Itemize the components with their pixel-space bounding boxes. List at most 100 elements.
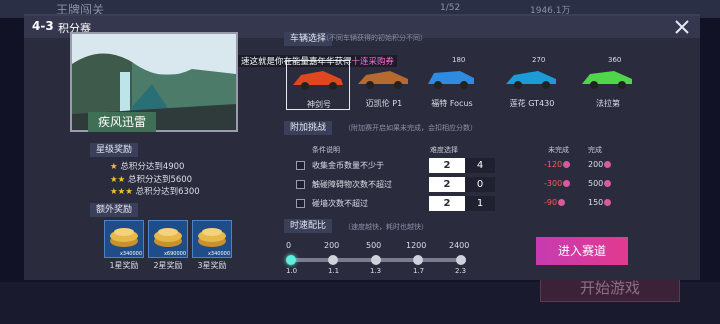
header-condition: 条件说明 <box>312 146 340 154</box>
car-price: 270 <box>532 56 546 64</box>
challenge-row-3: 碰墙次数不超过 2 1 -90 150 <box>286 196 626 212</box>
reward-label: 2星奖励 <box>153 261 183 270</box>
star-reward-text: 总积分达到5600 <box>127 175 193 185</box>
coin-icon <box>558 199 566 206</box>
coin-stack-icon <box>198 228 226 247</box>
difficulty-level: 2 <box>443 160 451 171</box>
car-option-5[interactable]: 360 法拉第 <box>576 56 640 110</box>
speed-slider-knob-1[interactable] <box>286 255 296 265</box>
speed-note: （速度越快，耗时也越快） <box>344 223 428 231</box>
fail-value: -90 <box>544 198 558 207</box>
car-icon <box>428 71 474 89</box>
challenge-checkbox[interactable] <box>296 180 305 189</box>
challenge-condition: 收集金币数量不少于 <box>312 161 384 170</box>
difficulty-value: 0 <box>465 177 495 192</box>
speed-slider-knob-3[interactable] <box>371 255 381 265</box>
star-reward-text: 总积分达到4900 <box>120 162 185 172</box>
reward-amount: x340000 <box>119 251 142 257</box>
star-icon: ★★ <box>110 175 126 185</box>
challenge-checkbox[interactable] <box>296 199 305 208</box>
track-name-label: 疾风迅雷 <box>88 112 156 132</box>
close-icon[interactable] <box>672 17 692 37</box>
car-option-4[interactable]: 270 莲花 GT430 <box>500 56 564 110</box>
car-name: 神剑号 <box>307 100 331 109</box>
car-icon <box>358 71 408 89</box>
star-icon: ★★★ <box>110 187 133 197</box>
header-fail: 未完成 <box>548 146 569 154</box>
difficulty-level: 2 <box>443 198 451 209</box>
background-counter: 1/52 <box>440 3 461 13</box>
car-select-note: （不同车辆获得的初始积分不同） <box>322 34 427 42</box>
difficulty-level: 2 <box>443 179 451 190</box>
reward-item-3[interactable]: x340000 <box>192 220 232 258</box>
done-value: 500 <box>588 179 604 188</box>
coin-stack-icon <box>154 228 182 247</box>
done-points: 150 <box>588 198 612 207</box>
fail-points: -120 <box>544 160 571 169</box>
car-icon <box>506 71 556 89</box>
difficulty-value: 4 <box>465 158 495 173</box>
difficulty-selector[interactable]: 2 0 <box>429 177 495 192</box>
speed-cost-label: 0 <box>286 241 292 250</box>
speed-cost-label: 500 <box>366 241 382 250</box>
speed-slider-knob-2[interactable] <box>328 255 338 265</box>
car-option-1[interactable]: 神剑号 <box>286 60 350 110</box>
speed-cost-label: 2400 <box>449 241 470 250</box>
speed-multiplier-label: 1.3 <box>370 267 382 275</box>
speed-multiplier-label: 1.0 <box>286 267 298 275</box>
header-done: 完成 <box>588 146 602 154</box>
done-points: 500 <box>588 179 612 188</box>
star-reward-row-3: ★★★ 总积分达到6300 <box>110 185 200 197</box>
challenge-title: 附加挑战 <box>284 121 333 135</box>
challenge-condition: 碰墙次数不超过 <box>312 199 368 208</box>
coin-icon <box>563 180 571 187</box>
enter-track-button[interactable]: 进入赛道 <box>536 237 628 265</box>
reward-item-2[interactable]: x690000 <box>148 220 188 258</box>
fail-points: -300 <box>544 179 571 188</box>
fail-value: -120 <box>544 160 563 169</box>
coin-icon <box>604 180 612 187</box>
car-name: 法拉第 <box>596 99 620 108</box>
fail-points: -90 <box>544 198 566 207</box>
speed-multiplier-label: 1.1 <box>328 267 340 275</box>
reward-amount: x340000 <box>207 251 230 257</box>
speed-multiplier-label: 1.7 <box>413 267 425 275</box>
car-icon <box>582 71 632 89</box>
speed-cost-label: 1200 <box>406 241 427 250</box>
speed-multiplier-label: 2.3 <box>455 267 467 275</box>
car-price: 180 <box>452 56 466 64</box>
challenge-condition: 触碰障碍物次数不超过 <box>312 180 392 189</box>
done-value: 200 <box>588 160 604 169</box>
challenge-row-2: 触碰障碍物次数不超过 2 0 -300 500 <box>286 177 626 193</box>
coin-icon <box>563 161 571 168</box>
car-name: 迈凯伦 P1 <box>365 99 403 108</box>
fail-value: -300 <box>544 179 563 188</box>
done-value: 150 <box>588 198 604 207</box>
star-rewards-title: 星级奖励 <box>90 143 139 157</box>
car-name: 莲花 GT430 <box>509 99 555 108</box>
difficulty-selector[interactable]: 2 1 <box>429 196 495 211</box>
car-price: 360 <box>608 56 622 64</box>
car-option-2[interactable]: 迈凯伦 P1 <box>352 60 416 110</box>
difficulty-selector[interactable]: 2 4 <box>429 158 495 173</box>
star-reward-row-1: ★ 总积分达到4900 <box>110 160 184 172</box>
challenge-checkbox[interactable] <box>296 161 305 170</box>
star-icon: ★ <box>110 162 118 172</box>
coin-icon <box>604 161 612 168</box>
star-reward-text: 总积分达到6300 <box>135 187 200 197</box>
reward-item-1[interactable]: x340000 <box>104 220 144 258</box>
car-name: 福特 Focus <box>431 99 473 108</box>
stage-number: 4-3 <box>32 19 54 33</box>
challenge-note: （附加赛开启如果未完成，会扣相应分数） <box>344 124 477 132</box>
car-icon <box>293 71 343 90</box>
car-option-3[interactable]: 180 福特 Focus <box>420 56 484 110</box>
speed-cost-label: 200 <box>324 241 340 250</box>
speed-slider-knob-4[interactable] <box>413 255 423 265</box>
speed-slider-knob-5[interactable] <box>456 255 466 265</box>
extra-rewards-title: 额外奖励 <box>90 203 139 217</box>
difficulty-value: 1 <box>465 196 495 211</box>
reward-label: 1星奖励 <box>109 261 139 270</box>
reward-amount: x690000 <box>163 251 186 257</box>
header-difficulty: 难度选择 <box>430 146 458 154</box>
star-reward-row-2: ★★ 总积分达到5600 <box>110 173 192 185</box>
